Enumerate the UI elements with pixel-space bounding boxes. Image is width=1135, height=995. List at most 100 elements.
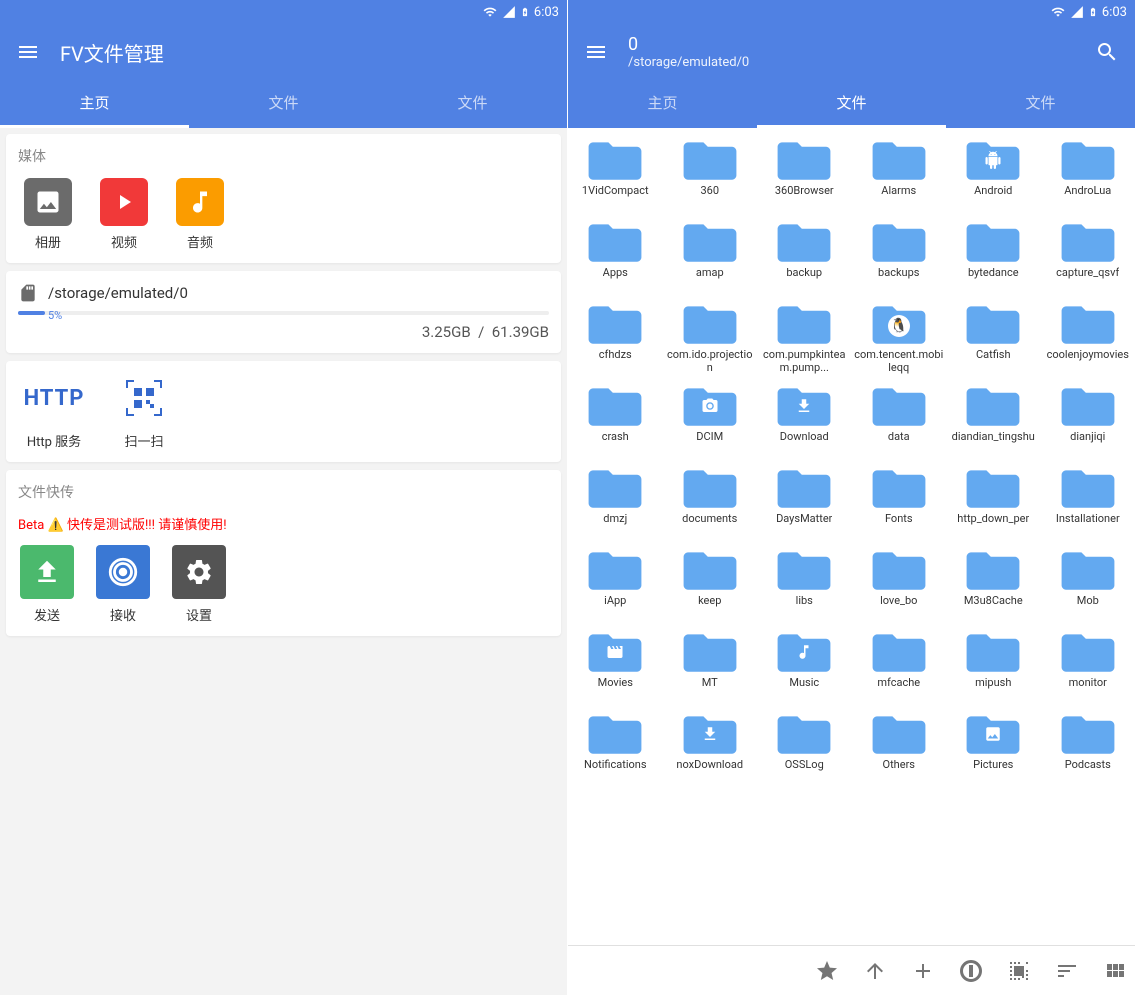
folder-item[interactable]: http_down_per [946,462,1041,542]
action-upload[interactable]: 发送 [20,545,74,624]
folder-item[interactable]: Download [757,380,852,460]
star-icon[interactable] [815,959,839,983]
folder-item[interactable]: Music [757,626,852,706]
folder-item[interactable]: data [852,380,947,460]
folder-item[interactable]: MT [663,626,758,706]
folder-item[interactable]: backup [757,216,852,296]
folder-label: 1VidCompact [582,184,649,210]
folder-item[interactable]: iApp [568,544,663,624]
folder-item[interactable]: 360 [663,134,758,214]
wifi-icon [1050,5,1066,19]
folder-label: Podcasts [1065,758,1111,784]
bottom-toolbar [568,945,1135,995]
folder-item[interactable]: capture_qsvf [1041,216,1135,296]
add-icon[interactable] [911,959,935,983]
folder-item[interactable]: Fonts [852,462,947,542]
signal-icon [502,5,516,19]
folder-item[interactable]: bytedance [946,216,1041,296]
info-icon[interactable] [959,959,983,983]
folder-item[interactable]: 360Browser [757,134,852,214]
folder-label: http_down_per [957,512,1029,538]
folder-item[interactable]: com.pumpkinteam.pump... [757,298,852,378]
folder-item[interactable]: Catfish [946,298,1041,378]
folder-item[interactable]: libs [757,544,852,624]
folder-item[interactable]: Apps [568,216,663,296]
http-service[interactable]: HTTP Http 服务 [24,373,84,450]
folder-item[interactable]: Alarms [852,134,947,214]
folder-icon [587,466,643,510]
folder-item[interactable]: AndroLua [1041,134,1135,214]
tab-files-2[interactable]: 文件 [378,80,567,128]
folder-item[interactable]: documents [663,462,758,542]
folder-item[interactable]: monitor [1041,626,1135,706]
folder-label: mipush [975,676,1011,702]
folder-icon [776,466,832,510]
folder-item[interactable]: com.ido.projection [663,298,758,378]
folder-item[interactable]: OSSLog [757,708,852,788]
storage-size: 3.25GB / 61.39GB [18,323,549,341]
folder-item[interactable]: dmzj [568,462,663,542]
folder-item[interactable]: 🐧com.tencent.mobileqq [852,298,947,378]
folder-label: libs [796,594,813,620]
upload-icon [20,545,74,599]
folder-item[interactable]: crash [568,380,663,460]
folder-icon [587,712,643,756]
folder-item[interactable]: mfcache [852,626,947,706]
folder-item[interactable]: Android [946,134,1041,214]
folder-item[interactable]: Notifications [568,708,663,788]
up-icon[interactable] [863,959,887,983]
folder-item[interactable]: coolenjoymovies [1041,298,1135,378]
action-settings[interactable]: 设置 [172,545,226,624]
folder-item[interactable]: 1VidCompact [568,134,663,214]
select-icon[interactable] [1007,959,1031,983]
folder-item[interactable]: mipush [946,626,1041,706]
folder-label: Pictures [973,758,1013,784]
menu-icon[interactable] [16,40,40,64]
folder-label: data [888,430,910,456]
folder-label: com.ido.projection [665,348,756,374]
search-icon[interactable] [1095,40,1119,64]
tab-home[interactable]: 主页 [568,80,757,128]
storage-card[interactable]: /storage/emulated/0 5% 3.25GB / 61.39GB [6,271,561,353]
folder-grid-container[interactable]: 1VidCompact 360360BrowserAlarmsAndroidAnd… [568,128,1135,945]
media-image[interactable]: 相册 [24,178,72,251]
status-bar: 6:03 [0,0,567,24]
folder-item[interactable]: Movies [568,626,663,706]
tab-files-1[interactable]: 文件 [189,80,378,128]
folder-item[interactable]: DaysMatter [757,462,852,542]
folder-icon [965,384,1021,428]
folder-label: DCIM [696,430,723,456]
folder-item[interactable]: amap [663,216,758,296]
tab-files-1[interactable]: 文件 [757,80,946,128]
action-receive[interactable]: 接收 [96,545,150,624]
folder-item[interactable]: Installationer [1041,462,1135,542]
folder-item[interactable]: backups [852,216,947,296]
media-video[interactable]: 视频 [100,178,148,251]
folder-label: diandian_tingshu [952,430,1035,456]
menu-icon[interactable] [584,40,608,64]
folder-item[interactable]: M3u8Cache [946,544,1041,624]
media-audio[interactable]: 音频 [176,178,224,251]
status-time: 6:03 [1102,5,1127,20]
view-icon[interactable] [1103,959,1127,983]
sort-icon[interactable] [1055,959,1079,983]
folder-icon: 🐧 [871,302,927,346]
tab-home[interactable]: 主页 [0,80,189,128]
beta-warning: Beta ⚠️ 快传是测试版!!! 请谨慎使用! [18,514,549,533]
tab-files-2[interactable]: 文件 [946,80,1135,128]
folder-item[interactable]: diandian_tingshu [946,380,1041,460]
folder-item[interactable]: Podcasts [1041,708,1135,788]
folder-item[interactable]: Mob [1041,544,1135,624]
folder-item[interactable]: Pictures [946,708,1041,788]
folder-icon [871,220,927,264]
folder-label: capture_qsvf [1056,266,1119,292]
qr-icon [120,374,168,422]
folder-item[interactable]: noxDownload [663,708,758,788]
folder-item[interactable]: dianjiqi [1041,380,1135,460]
folder-item[interactable]: love_bo [852,544,947,624]
folder-item[interactable]: cfhdzs [568,298,663,378]
folder-item[interactable]: Others [852,708,947,788]
folder-item[interactable]: keep [663,544,758,624]
folder-item[interactable]: DCIM [663,380,758,460]
qr-scan[interactable]: 扫一扫 [114,373,174,450]
